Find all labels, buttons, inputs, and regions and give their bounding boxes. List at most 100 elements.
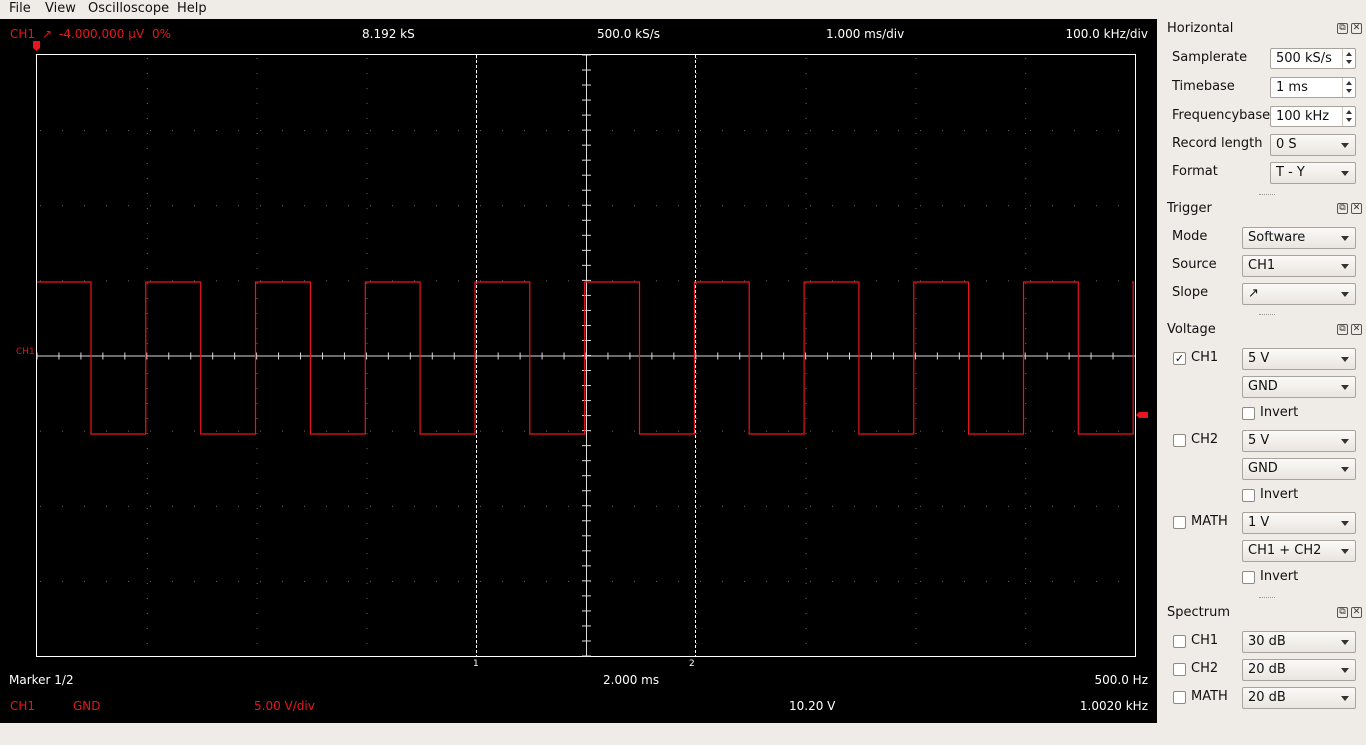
spectrum-math-checkbox[interactable]: [1173, 691, 1186, 704]
spectrum-ch1-checkbox[interactable]: [1173, 635, 1186, 648]
close-icon[interactable]: ✕: [1351, 607, 1362, 618]
grid-dot: [986, 205, 987, 207]
spectrum-ch2-checkbox[interactable]: [1173, 663, 1186, 676]
grid-dot: [366, 73, 368, 74]
grid-dot: [1052, 130, 1053, 132]
voltage-ch1-coupling-combo[interactable]: GND: [1242, 376, 1356, 398]
grid-dot: [524, 430, 525, 432]
grid-dot: [458, 430, 459, 432]
trigger-slope-combo[interactable]: ↗: [1242, 283, 1356, 305]
spin-down-icon[interactable]: [1346, 118, 1352, 122]
grid-dot: [304, 580, 305, 582]
spin-up-icon[interactable]: [1346, 52, 1352, 56]
voltage-ch1-gain-combo[interactable]: 5 V: [1242, 348, 1356, 370]
grid-dot: [634, 505, 635, 507]
grid-dot: [805, 493, 807, 494]
trigger-source-combo[interactable]: CH1: [1242, 255, 1356, 277]
grid-dot: [805, 208, 807, 209]
voltage-math-invert-checkbox[interactable]: [1242, 571, 1255, 584]
spectrum-ch1-combo[interactable]: 30 dB: [1242, 631, 1356, 653]
format-value: T - Y: [1276, 165, 1305, 180]
grid-dot: [1025, 223, 1027, 224]
scope-plot[interactable]: 1 2 CH1: [0, 19, 1157, 723]
close-icon[interactable]: ✕: [1351, 324, 1362, 335]
grid-dot: [366, 388, 368, 389]
grid-dot: [370, 430, 371, 432]
resize-grip[interactable]: [1259, 314, 1275, 316]
timebase-label: Timebase: [1172, 79, 1235, 94]
grid-dot: [1025, 538, 1027, 539]
samplerate-value: 500 kS/s: [1276, 51, 1332, 66]
menu-file[interactable]: File: [9, 1, 31, 16]
grid-dot: [722, 580, 723, 582]
scope-display[interactable]: CH1 ↗ -4.000,000 µV 0% 8.192 kS 500.0 kS…: [0, 19, 1157, 723]
grid-dot: [656, 505, 657, 507]
grid-dot: [1008, 280, 1009, 282]
voltage-ch1-invert-checkbox[interactable]: [1242, 407, 1255, 420]
spectrum-math-combo[interactable]: 20 dB: [1242, 687, 1356, 709]
settings-dock: Horizontal ⧉ ✕ Samplerate 500 kS/s Timeba…: [1157, 19, 1366, 723]
grid-dot: [476, 418, 478, 419]
trigger-mode-combo[interactable]: Software: [1242, 227, 1356, 249]
grid-dot: [366, 478, 368, 479]
grid-dot: [256, 193, 258, 194]
grid-dot: [695, 133, 697, 134]
voltage-ch2-coupling-combo[interactable]: GND: [1242, 458, 1356, 480]
trigger-position-marker[interactable]: [33, 41, 40, 51]
grid-dot: [414, 130, 415, 132]
menu-help[interactable]: Help: [177, 1, 207, 16]
menu-oscilloscope[interactable]: Oscilloscope: [88, 1, 169, 16]
voltage-ch1-checkbox[interactable]: ✓: [1173, 352, 1186, 365]
float-icon[interactable]: ⧉: [1337, 203, 1348, 214]
frequencybase-spinbox[interactable]: 100 kHz: [1270, 106, 1356, 127]
grid-dot: [366, 493, 368, 494]
grid-dot: [854, 280, 855, 282]
voltage-math-gain-combo[interactable]: 1 V: [1242, 512, 1356, 534]
voltage-ch2-checkbox[interactable]: [1173, 434, 1186, 447]
grid-dot: [502, 580, 503, 582]
grid-dot: [476, 253, 478, 254]
voltage-math-checkbox[interactable]: [1173, 516, 1186, 529]
grid-dot: [876, 505, 877, 507]
trigger-mode-value: Software: [1248, 230, 1306, 245]
float-icon[interactable]: ⧉: [1337, 607, 1348, 618]
grid-dot: [805, 523, 807, 524]
float-icon[interactable]: ⧉: [1337, 324, 1348, 335]
format-combo[interactable]: T - Y: [1270, 162, 1356, 184]
resize-grip[interactable]: [1259, 194, 1275, 196]
grid-dot: [150, 280, 151, 282]
voltage-ch2-gain-combo[interactable]: 5 V: [1242, 430, 1356, 452]
grid-dot: [146, 208, 148, 209]
resize-grip[interactable]: [1259, 597, 1275, 599]
grid-dot: [1025, 568, 1027, 569]
spin-up-icon[interactable]: [1346, 110, 1352, 114]
grid-dot: [1025, 628, 1027, 629]
close-icon[interactable]: ✕: [1351, 23, 1362, 34]
grid-dot: [722, 430, 723, 432]
grid-dot: [898, 205, 899, 207]
grid-dot: [1025, 523, 1027, 524]
spin-down-icon[interactable]: [1346, 89, 1352, 93]
samplerate-spinbox[interactable]: 500 kS/s: [1270, 48, 1356, 69]
spin-up-icon[interactable]: [1346, 81, 1352, 85]
grid-dot: [920, 580, 921, 582]
close-icon[interactable]: ✕: [1351, 203, 1362, 214]
grid-dot: [695, 73, 697, 74]
grid-dot: [476, 283, 478, 284]
menu-view[interactable]: View: [45, 1, 76, 16]
grid-dot: [146, 313, 148, 314]
grid-dot: [256, 208, 258, 209]
timebase-spinbox[interactable]: 1 ms: [1270, 77, 1356, 98]
horizontal-title: Horizontal: [1167, 21, 1234, 36]
record-length-combo[interactable]: 0 S: [1270, 134, 1356, 156]
voltage-math-mode-combo[interactable]: CH1 + CH2: [1242, 540, 1356, 562]
float-icon[interactable]: ⧉: [1337, 23, 1348, 34]
grid-dot: [366, 118, 368, 119]
voltage-ch2-invert-checkbox[interactable]: [1242, 489, 1255, 502]
grid-dot: [788, 205, 789, 207]
spectrum-ch2-combo[interactable]: 20 dB: [1242, 659, 1356, 681]
grid-dot: [392, 130, 393, 132]
spin-down-icon[interactable]: [1346, 60, 1352, 64]
trigger-level-marker[interactable]: [1136, 412, 1148, 418]
grid-dot: [612, 430, 613, 432]
